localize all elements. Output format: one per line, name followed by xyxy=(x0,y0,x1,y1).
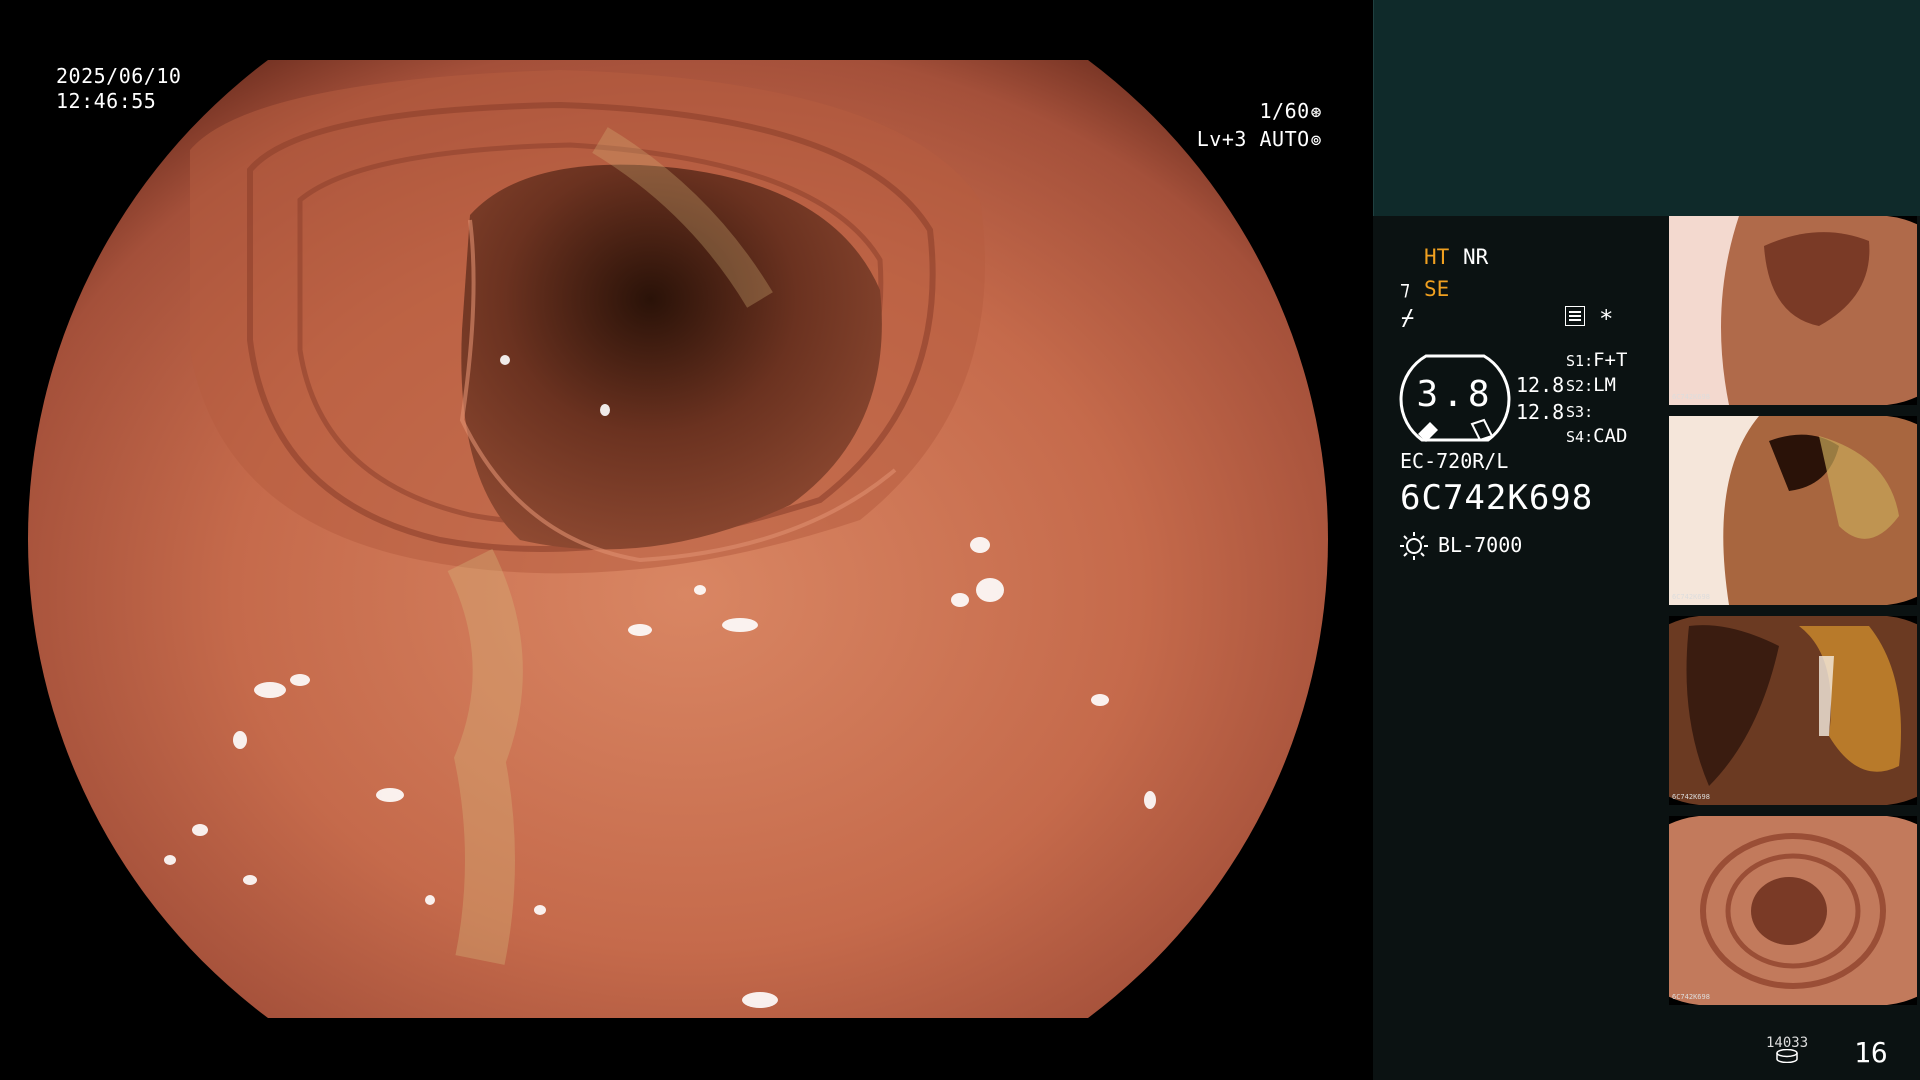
switch-slot-4: S4:CAD xyxy=(1566,425,1628,447)
aperture-icon: ⊛ xyxy=(1310,102,1322,123)
slot-value: CAD xyxy=(1593,425,1628,447)
thumbnail-caption: 6C742K698 xyxy=(1672,393,1710,401)
date-text: 2025/06/10 xyxy=(56,64,182,88)
stat-value-1: 12.8 xyxy=(1516,373,1565,397)
time-text: 12:46:55 xyxy=(56,89,157,113)
slot-value: LM xyxy=(1593,374,1616,396)
gauge-value: 3.8 xyxy=(1416,374,1494,415)
thumbnail-caption: 6C742K698 xyxy=(1672,993,1710,1001)
scope-serial-text: 6C742K698 xyxy=(1400,478,1594,518)
storage-disk-icon xyxy=(1776,1049,1798,1063)
light-source-icon xyxy=(1400,532,1428,560)
switch-slot-1: S1:F+T xyxy=(1566,349,1628,371)
info-display-box xyxy=(1373,0,1920,216)
switch-slot-3: S3: xyxy=(1566,403,1594,421)
switch-slot-2: S2:LM xyxy=(1566,374,1616,396)
mode-se-indicator: SE xyxy=(1424,277,1450,301)
thumbnail-image xyxy=(1669,616,1917,805)
capture-count-large: 16 xyxy=(1854,1036,1888,1069)
endoscope-image xyxy=(27,60,1329,1018)
stat-value-2: 12.8 xyxy=(1516,400,1565,424)
slot-key: S3 xyxy=(1566,403,1585,421)
slot-value: F+T xyxy=(1593,349,1628,371)
captured-image-thumbnail-2[interactable]: 6C742K698 xyxy=(1669,416,1917,605)
slot-key: S2 xyxy=(1566,377,1585,395)
slot-key: S1 xyxy=(1566,352,1585,370)
thumbnail-caption: 6C742K698 xyxy=(1672,793,1710,801)
mode-nr-indicator: NR xyxy=(1463,245,1489,269)
iris-mode-text: AUTO xyxy=(1259,127,1310,151)
brightness-level-text: Lv+3 xyxy=(1196,127,1247,151)
captured-image-thumbnail-3[interactable]: 6C742K698 xyxy=(1669,616,1917,805)
thumbnail-image xyxy=(1669,416,1917,605)
thumbnail-image xyxy=(1669,216,1917,405)
brightness-row: Lv+3 AUTO⊚ xyxy=(1150,126,1322,154)
shutter-speed-row: 1/60⊛ xyxy=(1190,98,1322,126)
shutter-speed-text: 1/60 xyxy=(1259,99,1310,123)
main-endoscope-view: 2025/06/10 12:46:55 1/60⊛ Lv+3 AUTO⊚ xyxy=(0,0,1373,1080)
slot-key: S4 xyxy=(1566,428,1585,446)
thumbnail-caption: 6C742K698 xyxy=(1672,593,1710,601)
filter-icon: ⌿ xyxy=(1401,306,1415,331)
captured-image-thumbnail-1[interactable]: 6C742K698 xyxy=(1669,216,1917,405)
asterisk-icon: * xyxy=(1599,305,1614,333)
captured-image-thumbnail-4[interactable]: 6C742K698 xyxy=(1669,816,1917,1005)
mode-ht-indicator: HT xyxy=(1424,245,1450,269)
iris-icon: ⊚ xyxy=(1310,130,1322,151)
thumbnail-image xyxy=(1669,816,1917,1005)
structure-enhance-icon: ⁊ xyxy=(1400,276,1410,300)
light-source-text: BL-7000 xyxy=(1438,533,1523,557)
scope-model-text: EC-720R/L xyxy=(1400,449,1509,473)
settings-list-icon xyxy=(1565,306,1585,326)
